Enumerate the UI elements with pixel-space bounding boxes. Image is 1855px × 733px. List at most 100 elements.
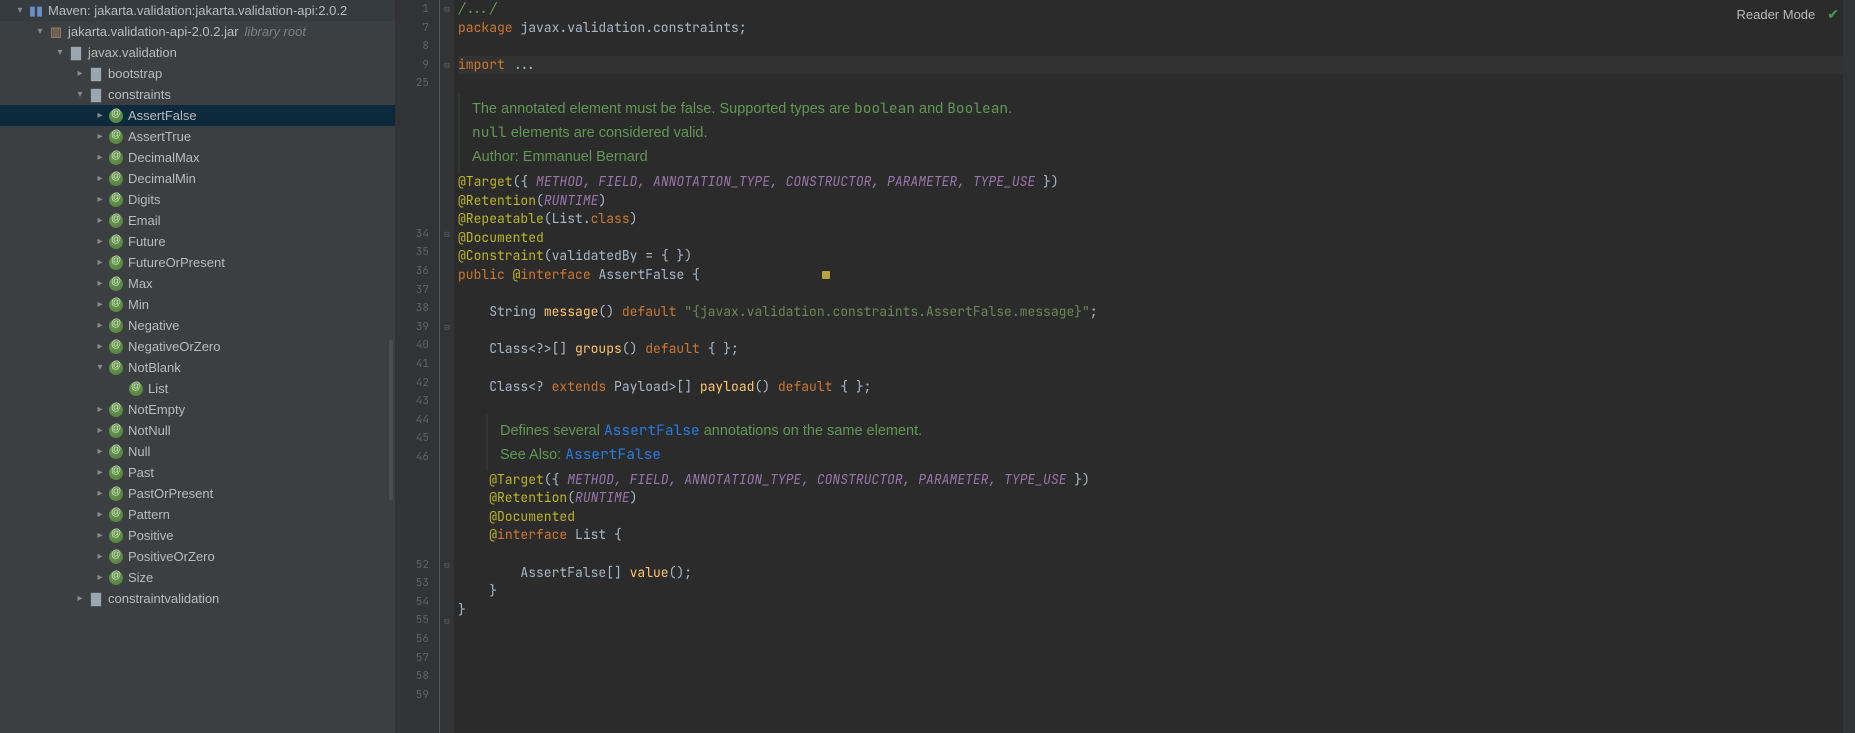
annotation-icon [108,255,124,271]
tree-item-past[interactable]: ▸Past [0,462,395,483]
annotation-icon [108,444,124,460]
chevron-right-icon: ▸ [92,572,108,583]
tree-jar[interactable]: ▾ ▥ jakarta.validation-api-2.0.2.jar lib… [0,21,395,42]
tree-label: javax.validation [88,45,177,60]
tree-item-negativeorzero[interactable]: ▸NegativeOrZero [0,336,395,357]
tree-item-notnull[interactable]: ▸ NotNull [0,420,395,441]
chevron-right-icon: ▸ [92,530,108,541]
tree-root-maven[interactable]: ▾ ▮▮ Maven: jakarta.validation:jakarta.v… [0,0,395,21]
tree-label: NotBlank [128,360,181,375]
tree-item-negative[interactable]: ▸ Negative [0,315,395,336]
tree-label: bootstrap [108,66,162,81]
tree-item-null[interactable]: ▸Null [0,441,395,462]
warning-gutter-icon[interactable] [822,271,830,279]
annotation-icon [108,276,124,292]
tree-label: DecimalMin [128,171,196,186]
chevron-right-icon: ▸ [92,320,108,331]
tree-item-pastorpresent[interactable]: ▸ PastOrPresent [0,483,395,504]
tree-item-notempty[interactable]: ▸NotEmpty [0,399,395,420]
tree-item-decimalmax[interactable]: ▸ DecimalMax [0,147,395,168]
chevron-right-icon: ▸ [92,215,108,226]
tree-label: Email [128,213,161,228]
line-gutter: 1789253435363738394041424344454652535455… [396,0,440,733]
tree-item-min[interactable]: ▸ Min [0,294,395,315]
chevron-right-icon: ▸ [92,278,108,289]
tree-label: AssertTrue [128,129,191,144]
tree-item-digits[interactable]: ▸Digits [0,189,395,210]
folder-icon: ▇ [68,45,84,61]
chevron-right-icon: ▸ [92,236,108,247]
tree-label: Min [128,297,149,312]
folder-icon: ▇ [88,591,104,607]
chevron-right-icon: ▸ [92,509,108,520]
tree-label: Past [128,465,154,480]
chevron-right-icon: ▸ [92,425,108,436]
annotation-icon [128,381,144,397]
chevron-right-icon: ▸ [92,152,108,163]
chevron-down-icon: ▾ [12,5,28,16]
tree-label: PastOrPresent [128,486,213,501]
scrollbar-thumb[interactable] [389,340,393,500]
tree-item-assertfalse[interactable]: ▸AssertFalse [0,105,395,126]
folder-icon: ▇ [88,87,104,103]
marker-stripe[interactable] [1843,0,1855,733]
annotation-icon [108,234,124,250]
annotation-icon [108,318,124,334]
project-tree[interactable]: ▾ ▮▮ Maven: jakarta.validation:jakarta.v… [0,0,396,733]
tree-label: DecimalMax [128,150,200,165]
tree-folder-constraints[interactable]: ▾ ▇ constraints [0,84,395,105]
checkmark-icon: ✔ [1827,6,1839,23]
chevron-right-icon: ▸ [92,299,108,310]
tree-item-positiveorzero[interactable]: ▸PositiveOrZero [0,546,395,567]
annotation-icon [108,150,124,166]
chevron-down-icon: ▾ [52,47,68,58]
chevron-right-icon: ▸ [92,257,108,268]
code-editor[interactable]: 1789253435363738394041424344454652535455… [396,0,1855,733]
annotation-icon [108,297,124,313]
tree-item-size[interactable]: ▸ Size [0,567,395,588]
tree-label: NotEmpty [128,402,185,417]
code-area[interactable]: /.../ package javax.validation.constrain… [454,0,1855,733]
chevron-right-icon: ▸ [72,68,88,79]
tree-folder-constraintvalidation[interactable]: ▸ ▇ constraintvalidation [0,588,395,609]
chevron-right-icon: ▸ [92,446,108,457]
tree-label: constraints [108,87,171,102]
tree-item-list[interactable]: List [0,378,395,399]
chevron-right-icon: ▸ [92,110,108,121]
chevron-down-icon: ▾ [72,89,88,100]
annotation-icon [108,213,124,229]
tree-label: NegativeOrZero [128,339,220,354]
tree-item-pattern[interactable]: ▸Pattern [0,504,395,525]
tree-item-future[interactable]: ▸ Future [0,231,395,252]
tree-label: Maven: jakarta.validation:jakarta.valida… [48,3,347,18]
tree-item-decimalmin[interactable]: ▸ DecimalMin [0,168,395,189]
annotation-icon [108,192,124,208]
annotation-icon [108,402,124,418]
annotation-icon [108,129,124,145]
tree-label: Negative [128,318,179,333]
folder-icon: ▇ [88,66,104,82]
tree-item-max[interactable]: ▸ Max [0,273,395,294]
tree-label: PositiveOrZero [128,549,215,564]
fold-column[interactable]: ⊟⊟⊟⊟⊟⊟ [440,0,454,733]
tree-folder-bootstrap[interactable]: ▸ ▇ bootstrap [0,63,395,84]
tree-label: NotNull [128,423,171,438]
tree-package[interactable]: ▾ ▇ javax.validation [0,42,395,63]
chevron-right-icon: ▸ [92,194,108,205]
tree-label: Max [128,276,153,291]
reader-mode-toggle[interactable]: Reader Mode ✔ [1736,6,1839,23]
tree-label: Future [128,234,166,249]
tree-item-asserttrue[interactable]: ▸AssertTrue [0,126,395,147]
tree-item-email[interactable]: ▸ Email [0,210,395,231]
tree-item-futureorpresent[interactable]: ▸FutureOrPresent [0,252,395,273]
reader-mode-label[interactable]: Reader Mode [1736,7,1815,22]
tree-item-notblank[interactable]: ▾NotBlank [0,357,395,378]
tree-item-positive[interactable]: ▸Positive [0,525,395,546]
tree-label: Size [128,570,153,585]
annotation-icon [108,360,124,376]
chevron-right-icon: ▸ [92,173,108,184]
chevron-right-icon: ▸ [92,488,108,499]
tree-label: jakarta.validation-api-2.0.2.jar [68,24,239,39]
maven-icon: ▮▮ [28,3,44,19]
annotation-icon [108,339,124,355]
